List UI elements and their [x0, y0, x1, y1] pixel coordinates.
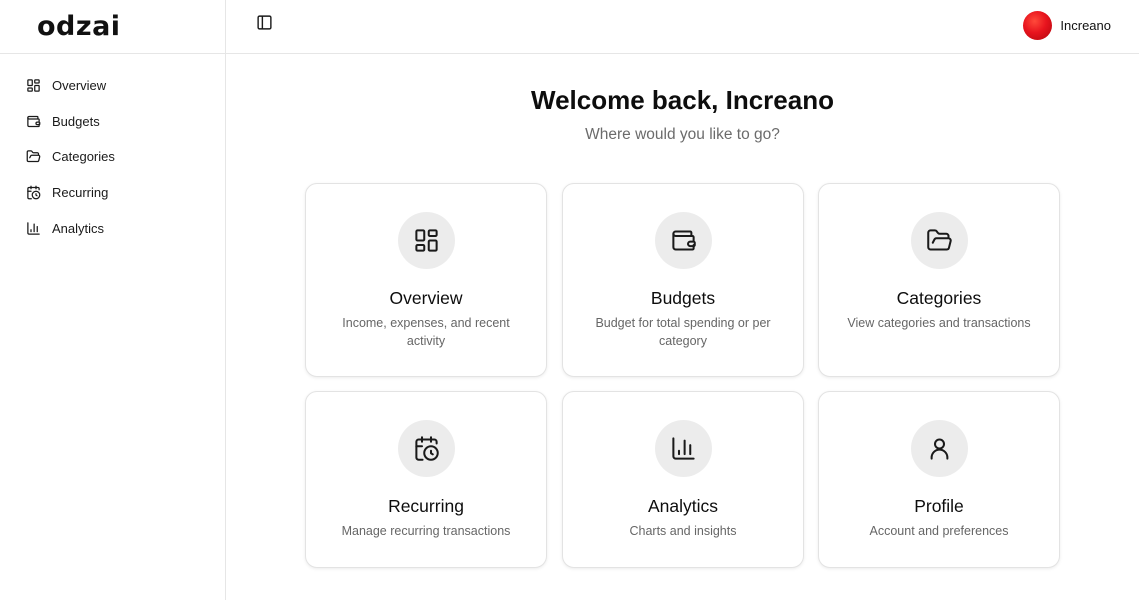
sidebar-nav: Overview Budgets Categories Recurring An…	[0, 54, 225, 246]
card-description: View categories and transactions	[847, 316, 1031, 330]
calendar-clock-icon	[398, 420, 455, 477]
sidebar-item-budgets[interactable]: Budgets	[0, 104, 225, 140]
sidebar: odzai Overview Budgets Categories Recurr…	[0, 0, 226, 600]
grid-icon	[398, 212, 455, 269]
card-description: Account and preferences	[869, 524, 1009, 538]
sidebar-toggle-button[interactable]	[254, 15, 274, 35]
card-overview[interactable]: Overview Income, expenses, and recent ac…	[305, 183, 547, 377]
grid-icon	[26, 78, 41, 93]
card-title: Categories	[896, 288, 982, 308]
folder-open-icon	[26, 149, 41, 164]
sidebar-item-recurring[interactable]: Recurring	[0, 175, 225, 211]
card-description: Charts and insights	[629, 524, 737, 538]
user-icon	[911, 420, 968, 477]
card-categories[interactable]: Categories View categories and transacti…	[818, 183, 1060, 377]
user-name: Increano	[1060, 17, 1111, 33]
page-subtitle: Where would you like to go?	[585, 126, 780, 143]
bar-chart-icon	[26, 221, 41, 236]
wallet-icon	[655, 212, 712, 269]
card-title: Profile	[914, 496, 964, 516]
card-profile[interactable]: Profile Account and preferences	[818, 391, 1060, 568]
wallet-icon	[26, 114, 41, 129]
sidebar-item-label: Categories	[52, 149, 115, 165]
card-analytics[interactable]: Analytics Charts and insights	[562, 391, 804, 568]
sidebar-item-analytics[interactable]: Analytics	[0, 210, 225, 246]
sidebar-item-label: Overview	[52, 78, 107, 94]
card-description: Manage recurring transactions	[341, 524, 511, 538]
card-title: Budgets	[650, 288, 716, 308]
page-title: Welcome back, Increano	[531, 85, 834, 115]
card-budgets[interactable]: Budgets Budget for total spending or per…	[562, 183, 804, 377]
card-description: Income, expenses, and recent activity	[342, 316, 510, 348]
sidebar-item-overview[interactable]: Overview	[0, 68, 225, 104]
sidebar-item-categories[interactable]: Categories	[0, 139, 225, 175]
folder-open-icon	[911, 212, 968, 269]
app: odzai Overview Budgets Categories Recurr…	[0, 0, 1139, 600]
card-title: Overview	[389, 288, 463, 308]
brand: odzai	[0, 0, 225, 54]
calendar-clock-icon	[26, 185, 41, 200]
bar-chart-icon	[655, 420, 712, 477]
sidebar-item-label: Analytics	[52, 220, 105, 236]
brand-logo[interactable]: odzai	[37, 11, 121, 42]
card-recurring[interactable]: Recurring Manage recurring transactions	[305, 391, 547, 568]
sidebar-item-label: Budgets	[52, 113, 100, 129]
main-content: Welcome back, Increano Where would you l…	[226, 54, 1139, 600]
avatar[interactable]	[1023, 10, 1053, 40]
user-menu[interactable]: Increano	[1023, 10, 1111, 40]
sidebar-item-label: Recurring	[52, 185, 109, 201]
sidebar-toggle-icon	[256, 14, 273, 36]
card-title: Recurring	[388, 496, 464, 516]
topbar: Increano	[226, 0, 1139, 54]
card-description: Budget for total spending or per categor…	[595, 316, 771, 348]
card-title: Analytics	[647, 496, 719, 516]
